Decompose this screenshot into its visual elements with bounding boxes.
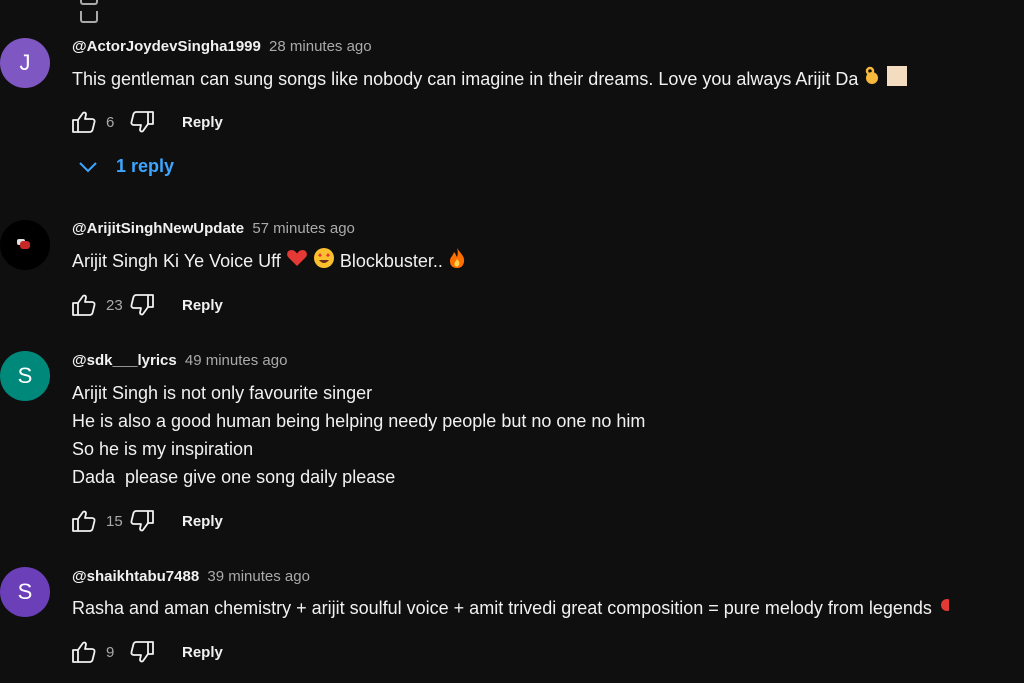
replies-count-label: 1 reply: [116, 156, 175, 176]
view-replies-button[interactable]: 1 reply: [78, 156, 174, 177]
comment-text: Arijit Singh Ki Ye Voice Uff Blockbuster…: [72, 247, 466, 277]
author-handle[interactable]: @ArijitSinghNewUpdate: [72, 220, 244, 237]
comment-line: Arijit Singh is not only favourite singe…: [72, 383, 373, 403]
dislike-icon[interactable]: [128, 638, 156, 666]
previous-comment-actions-fragment: [80, 0, 170, 23]
comments-page: J @ActorJoydevSingha1999 28 minutes ago …: [0, 0, 1024, 683]
comment-header: @ArijitSinghNewUpdate 57 minutes ago: [72, 220, 355, 237]
comment-header: @shaikhtabu7488 39 minutes ago: [72, 568, 310, 585]
like-count: 15: [106, 512, 123, 530]
like-count: 23: [106, 296, 123, 314]
red-heart-emoji-icon: [937, 595, 953, 623]
dislike-icon[interactable]: [80, 11, 98, 23]
ok-hand-emoji-icon: [863, 66, 881, 94]
like-icon[interactable]: [80, 0, 98, 5]
author-handle[interactable]: @ActorJoydevSingha1999: [72, 38, 261, 55]
reply-button[interactable]: Reply: [182, 644, 223, 661]
comment-time[interactable]: 49 minutes ago: [185, 352, 288, 369]
comment-text: This gentleman can sung songs like nobod…: [72, 65, 908, 95]
comment-text-content-end: Blockbuster..: [339, 251, 443, 271]
dislike-icon[interactable]: [128, 108, 156, 136]
comment-actions: 9 Reply: [70, 638, 223, 666]
unrendered-emoji-box-icon: [886, 65, 908, 95]
comment-time[interactable]: 28 minutes ago: [269, 38, 372, 55]
comment-time[interactable]: 57 minutes ago: [252, 220, 355, 237]
comment-line: So he is my inspiration: [72, 439, 254, 459]
like-icon[interactable]: [70, 291, 98, 319]
red-heart-emoji-icon: [286, 248, 308, 276]
comment-header: @sdk___lyrics 49 minutes ago: [72, 352, 287, 369]
comment-time[interactable]: 39 minutes ago: [207, 568, 310, 585]
like-icon[interactable]: [70, 638, 98, 666]
like-icon[interactable]: [70, 507, 98, 535]
comment-text-content: Rasha and aman chemistry + arijit soulfu…: [72, 598, 932, 618]
comment-text-content: This gentleman can sung songs like nobod…: [72, 69, 859, 89]
reply-button[interactable]: Reply: [182, 297, 223, 314]
avatar[interactable]: S: [0, 567, 50, 617]
comment-actions: 15 Reply: [70, 507, 223, 535]
channel-logo-icon: [20, 241, 30, 249]
comment-text-content: Arijit Singh Ki Ye Voice Uff: [72, 251, 281, 271]
fire-emoji-icon: [448, 247, 466, 277]
comment-text: Arijit Singh is not only favourite singe…: [72, 379, 645, 491]
heart-eyes-emoji-icon: [313, 247, 335, 277]
dislike-icon[interactable]: [128, 291, 156, 319]
like-count: 9: [106, 643, 115, 661]
comment-line: He is also a good human being helping ne…: [72, 411, 646, 431]
author-handle[interactable]: @sdk___lyrics: [72, 352, 177, 369]
like-icon[interactable]: [70, 108, 98, 136]
comment-text: Rasha and aman chemistry + arijit soulfu…: [72, 594, 953, 623]
author-handle[interactable]: @shaikhtabu7488: [72, 568, 199, 585]
comment-actions: 23 Reply: [70, 291, 223, 319]
comment-actions: 6 Reply: [70, 108, 223, 136]
like-count: 6: [106, 113, 115, 131]
chevron-down-icon: [79, 161, 97, 172]
reply-button[interactable]: Reply: [182, 114, 223, 131]
dislike-icon[interactable]: [128, 507, 156, 535]
comment-line: Dada please give one song daily please: [72, 467, 396, 487]
avatar[interactable]: J: [0, 38, 50, 88]
avatar[interactable]: S: [0, 351, 50, 401]
reply-button[interactable]: Reply: [182, 513, 223, 530]
avatar[interactable]: [0, 220, 50, 270]
comment-header: @ActorJoydevSingha1999 28 minutes ago: [72, 38, 372, 55]
